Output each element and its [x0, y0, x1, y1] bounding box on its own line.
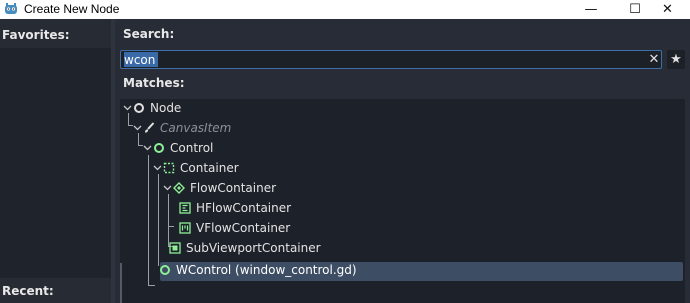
window-title: Create New Node	[24, 2, 120, 16]
chevron-down-icon[interactable]	[123, 103, 132, 112]
flowcontainer-icon	[173, 182, 185, 194]
tree-item-node[interactable]: Node	[120, 99, 685, 119]
node-circle-icon	[134, 103, 144, 113]
godot-logo-icon	[5, 3, 17, 14]
tree-guide-line	[148, 285, 155, 286]
chevron-down-icon[interactable]	[143, 143, 152, 152]
tree-item-label: Container	[180, 161, 239, 175]
matches-tree[interactable]: Node CanvasItem Control Container FlowCo…	[120, 99, 685, 303]
search-panel: Search: ✕ ★ Matches: Node CanvasItem	[115, 19, 690, 303]
clear-search-icon[interactable]: ✕	[647, 52, 661, 68]
hflowcontainer-icon	[179, 202, 191, 214]
vflowcontainer-icon	[179, 222, 191, 234]
search-label: Search:	[123, 27, 175, 41]
control-circle-icon	[154, 143, 164, 153]
favorites-list[interactable]	[0, 48, 111, 278]
search-field[interactable]: ✕	[120, 50, 662, 69]
close-button[interactable]: ✕	[645, 0, 690, 19]
matches-label: Matches:	[123, 76, 185, 90]
favorites-label: Favorites:	[2, 28, 70, 42]
chevron-down-icon[interactable]	[133, 123, 142, 132]
tree-item-vflowcontainer[interactable]: VFlowContainer	[120, 219, 685, 239]
title-bar: Create New Node — ☐ ✕	[0, 0, 690, 19]
tree-item-label: HFlowContainer	[196, 201, 292, 215]
tree-item-label: WControl (window_control.gd)	[176, 263, 357, 277]
wcontrol-circle-icon	[160, 265, 170, 275]
tree-item-hflowcontainer[interactable]: HFlowContainer	[120, 199, 685, 219]
recent-label: Recent:	[2, 284, 54, 298]
subviewportcontainer-icon	[169, 242, 181, 254]
chevron-down-icon[interactable]	[163, 183, 172, 192]
tree-item-control[interactable]: Control	[120, 139, 685, 159]
search-input[interactable]	[124, 52, 624, 67]
tree-item-subviewportcontainer[interactable]: SubViewportContainer	[120, 239, 685, 259]
tree-item-flowcontainer[interactable]: FlowContainer	[120, 179, 685, 199]
minimize-button[interactable]: —	[568, 0, 614, 19]
tree-item-container[interactable]: Container	[120, 159, 685, 179]
tree-item-label: Node	[150, 101, 182, 115]
container-dashed-icon	[163, 162, 175, 174]
favorite-star-icon[interactable]: ★	[667, 50, 685, 69]
tree-item-canvasitem[interactable]: CanvasItem	[120, 119, 685, 139]
tree-item-label: SubViewportContainer	[186, 241, 321, 255]
canvasitem-brush-icon	[145, 122, 155, 133]
tree-item-wcontrol[interactable]: WControl (window_control.gd)	[120, 261, 685, 281]
tree-item-label: VFlowContainer	[196, 221, 291, 235]
chevron-down-icon[interactable]	[153, 163, 162, 172]
left-panel: Favorites: Recent:	[0, 19, 111, 303]
tree-item-label: FlowContainer	[190, 181, 277, 195]
tree-item-label: CanvasItem	[160, 121, 232, 135]
tree-item-label: Control	[170, 141, 214, 155]
